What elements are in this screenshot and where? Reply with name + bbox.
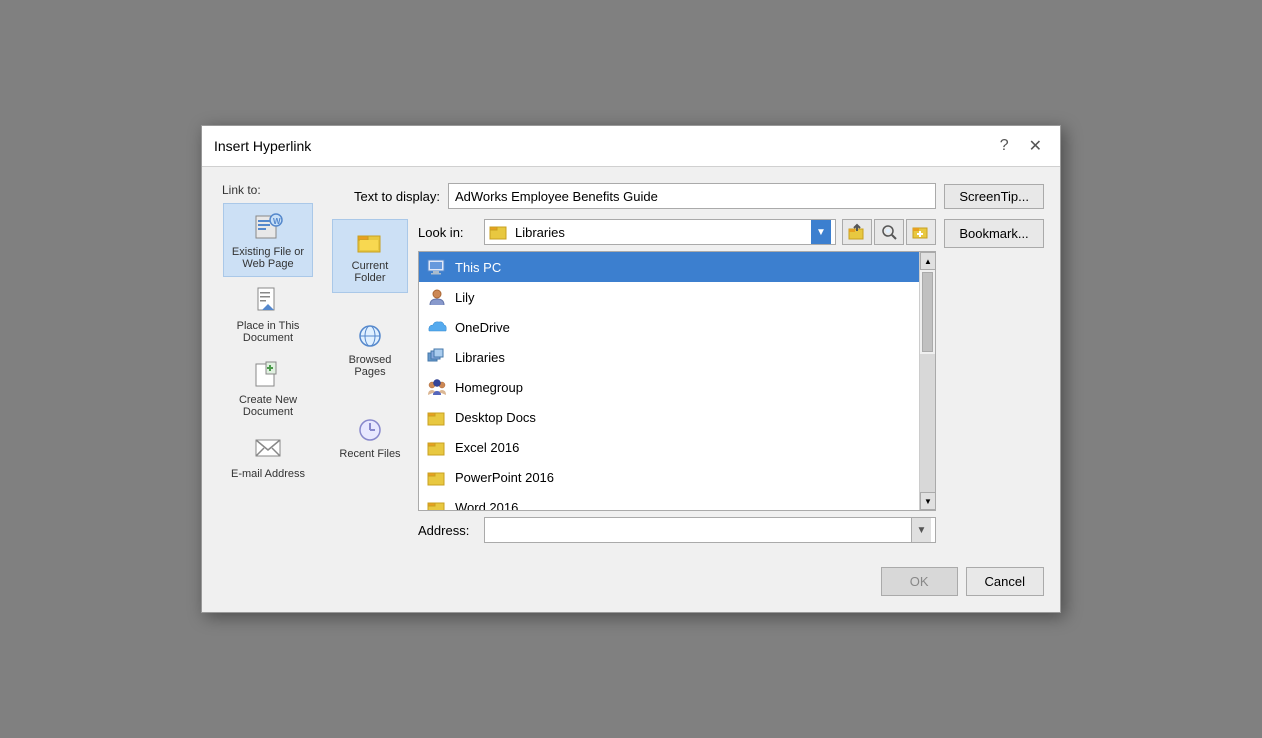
dropdown-items: This PC Lily	[419, 252, 919, 510]
link-to-label: Link to:	[218, 183, 261, 197]
excel-2016-icon	[427, 437, 447, 457]
desktop-docs-label: Desktop Docs	[455, 410, 536, 425]
look-in-combo[interactable]: Libraries ▼	[484, 219, 836, 245]
look-in-row: Look in: Libraries ▼	[418, 219, 936, 245]
dropdown-item-homegroup[interactable]: Homegroup	[419, 372, 919, 402]
up-folder-btn[interactable]	[842, 219, 872, 245]
new-folder-btn[interactable]	[906, 219, 936, 245]
desktop-docs-icon	[427, 407, 447, 427]
sidebar-item-place-in-doc[interactable]: Place in ThisDocument	[223, 277, 313, 351]
bottom-row: OK Cancel	[202, 559, 1060, 612]
title-bar-buttons: ? ✕	[994, 134, 1048, 158]
word-2016-label: Word 2016	[455, 500, 518, 511]
nav-column: CurrentFolder BrowsedPages	[330, 219, 410, 543]
address-row: Address: ▼	[418, 517, 936, 543]
look-in-value: Libraries	[515, 225, 805, 240]
sidebar-item-existing-file[interactable]: W Existing File orWeb Page	[223, 203, 313, 277]
close-button[interactable]: ✕	[1023, 134, 1048, 158]
dialog-body: Link to: W Existing File orWeb Page	[202, 167, 1060, 559]
right-buttons: Bookmark...	[944, 219, 1044, 543]
create-new-icon	[252, 358, 284, 390]
recent-files-label: Recent Files	[339, 448, 400, 460]
powerpoint-2016-label: PowerPoint 2016	[455, 470, 554, 485]
scroll-down-btn[interactable]: ▼	[920, 492, 936, 510]
dropdown-item-lily[interactable]: Lily	[419, 282, 919, 312]
excel-2016-label: Excel 2016	[455, 440, 519, 455]
word-2016-icon	[427, 497, 447, 510]
email-label: E-mail Address	[231, 468, 305, 480]
scroll-space	[920, 354, 935, 492]
middle-section: CurrentFolder BrowsedPages	[330, 219, 1044, 543]
existing-file-icon: W	[252, 210, 284, 242]
browsed-pages-label: BrowsedPages	[349, 354, 392, 378]
create-new-label: Create NewDocument	[239, 394, 297, 418]
dropdown-item-word-2016[interactable]: Word 2016	[419, 492, 919, 510]
dropdown-item-onedrive[interactable]: OneDrive	[419, 312, 919, 342]
homegroup-label: Homegroup	[455, 380, 523, 395]
nav-current-folder[interactable]: CurrentFolder	[332, 219, 408, 293]
place-in-doc-icon	[252, 284, 284, 316]
help-button[interactable]: ?	[994, 135, 1015, 157]
bookmark-button[interactable]: Bookmark...	[944, 219, 1044, 248]
homegroup-icon	[427, 377, 447, 397]
onedrive-icon	[427, 317, 447, 337]
sidebar-item-email[interactable]: E-mail Address	[223, 425, 313, 487]
onedrive-label: OneDrive	[455, 320, 510, 335]
screentip-button[interactable]: ScreenTip...	[944, 184, 1044, 209]
dropdown-item-this-pc[interactable]: This PC	[419, 252, 919, 282]
look-in-dropdown-btn[interactable]: ▼	[811, 220, 831, 244]
dropdown-item-powerpoint-2016[interactable]: PowerPoint 2016	[419, 462, 919, 492]
email-icon	[252, 432, 284, 464]
this-pc-label: This PC	[455, 260, 501, 275]
search-web-btn[interactable]	[874, 219, 904, 245]
scrollbar[interactable]: ▲ ▼	[919, 252, 935, 510]
link-to-sidebar: Link to: W Existing File orWeb Page	[218, 183, 318, 543]
libraries-icon	[427, 347, 447, 367]
place-in-doc-label: Place in ThisDocument	[237, 320, 300, 344]
current-folder-label: CurrentFolder	[352, 260, 389, 284]
insert-hyperlink-dialog: Insert Hyperlink ? ✕ Link to: W	[201, 125, 1061, 613]
cancel-button[interactable]: Cancel	[966, 567, 1044, 596]
scroll-up-btn[interactable]: ▲	[920, 252, 936, 270]
dropdown-item-libraries[interactable]: Libraries	[419, 342, 919, 372]
folder-icon-combo	[489, 222, 509, 242]
dropdown-item-desktop-docs[interactable]: Desktop Docs	[419, 402, 919, 432]
look-in-label: Look in:	[418, 225, 478, 240]
address-dropdown-btn[interactable]: ▼	[911, 518, 931, 542]
existing-file-label: Existing File orWeb Page	[232, 246, 304, 270]
powerpoint-2016-icon	[427, 467, 447, 487]
dialog-title: Insert Hyperlink	[214, 138, 311, 154]
libraries-label: Libraries	[455, 350, 505, 365]
nav-recent-files[interactable]: Recent Files	[332, 407, 408, 469]
lily-label: Lily	[455, 290, 475, 305]
title-bar: Insert Hyperlink ? ✕	[202, 126, 1060, 167]
ok-button[interactable]: OK	[881, 567, 958, 596]
this-pc-icon	[427, 257, 447, 277]
text-display-label: Text to display:	[330, 189, 440, 204]
file-browser: Look in: Libraries ▼	[418, 219, 936, 543]
scroll-thumb[interactable]	[922, 272, 933, 352]
address-label: Address:	[418, 523, 478, 538]
user-icon	[427, 287, 447, 307]
main-content: Text to display: ScreenTip... CurrentFol…	[330, 183, 1044, 543]
toolbar-buttons	[842, 219, 936, 245]
text-display-row: Text to display: ScreenTip...	[330, 183, 1044, 209]
svg-text:W: W	[273, 217, 281, 226]
text-display-input[interactable]	[448, 183, 936, 209]
dropdown-list: This PC Lily	[418, 251, 936, 511]
nav-browsed-pages[interactable]: BrowsedPages	[332, 313, 408, 387]
sidebar-item-create-new[interactable]: Create NewDocument	[223, 351, 313, 425]
dropdown-item-excel-2016[interactable]: Excel 2016	[419, 432, 919, 462]
address-combo[interactable]: ▼	[484, 517, 936, 543]
